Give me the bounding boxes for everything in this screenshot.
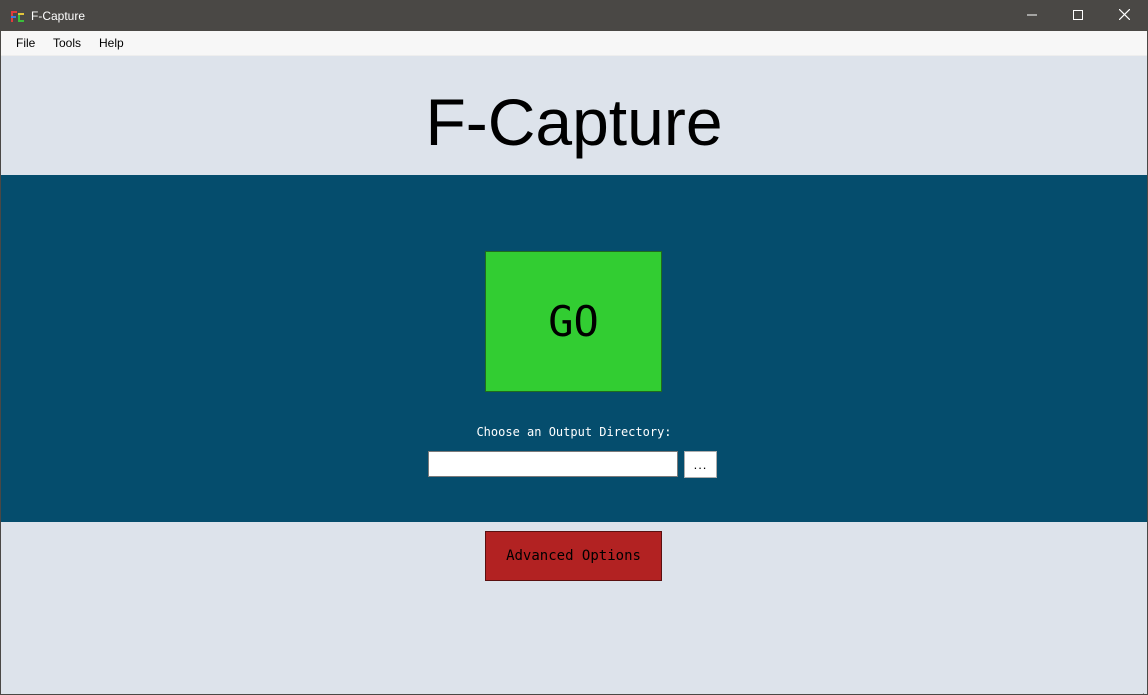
minimize-icon	[1027, 7, 1037, 25]
menu-bar: File Tools Help	[1, 31, 1147, 56]
minimize-button[interactable]	[1009, 1, 1055, 31]
menu-help[interactable]: Help	[99, 36, 124, 50]
page-title: F-Capture	[425, 85, 723, 159]
menu-tools[interactable]: Tools	[53, 36, 81, 50]
advanced-options-button[interactable]: Advanced Options	[485, 531, 662, 581]
window-title: F-Capture	[31, 9, 86, 23]
close-icon	[1118, 7, 1130, 25]
maximize-icon	[1073, 7, 1083, 25]
main-panel: GO Choose an Output Directory: ...	[1, 175, 1147, 522]
output-directory-label: Choose an Output Directory:	[476, 425, 672, 439]
menu-file[interactable]: File	[16, 36, 35, 50]
browse-button[interactable]: ...	[684, 451, 717, 478]
maximize-button[interactable]	[1055, 1, 1101, 31]
app-window: F-Capture File Tools Help F-Capture GO C…	[0, 0, 1148, 695]
output-directory-input[interactable]	[428, 451, 678, 477]
title-bar[interactable]: F-Capture	[1, 1, 1147, 31]
go-button[interactable]: GO	[485, 251, 662, 392]
resize-grip-icon[interactable]	[1139, 686, 1145, 694]
app-icon	[10, 9, 25, 24]
close-button[interactable]	[1101, 1, 1147, 31]
